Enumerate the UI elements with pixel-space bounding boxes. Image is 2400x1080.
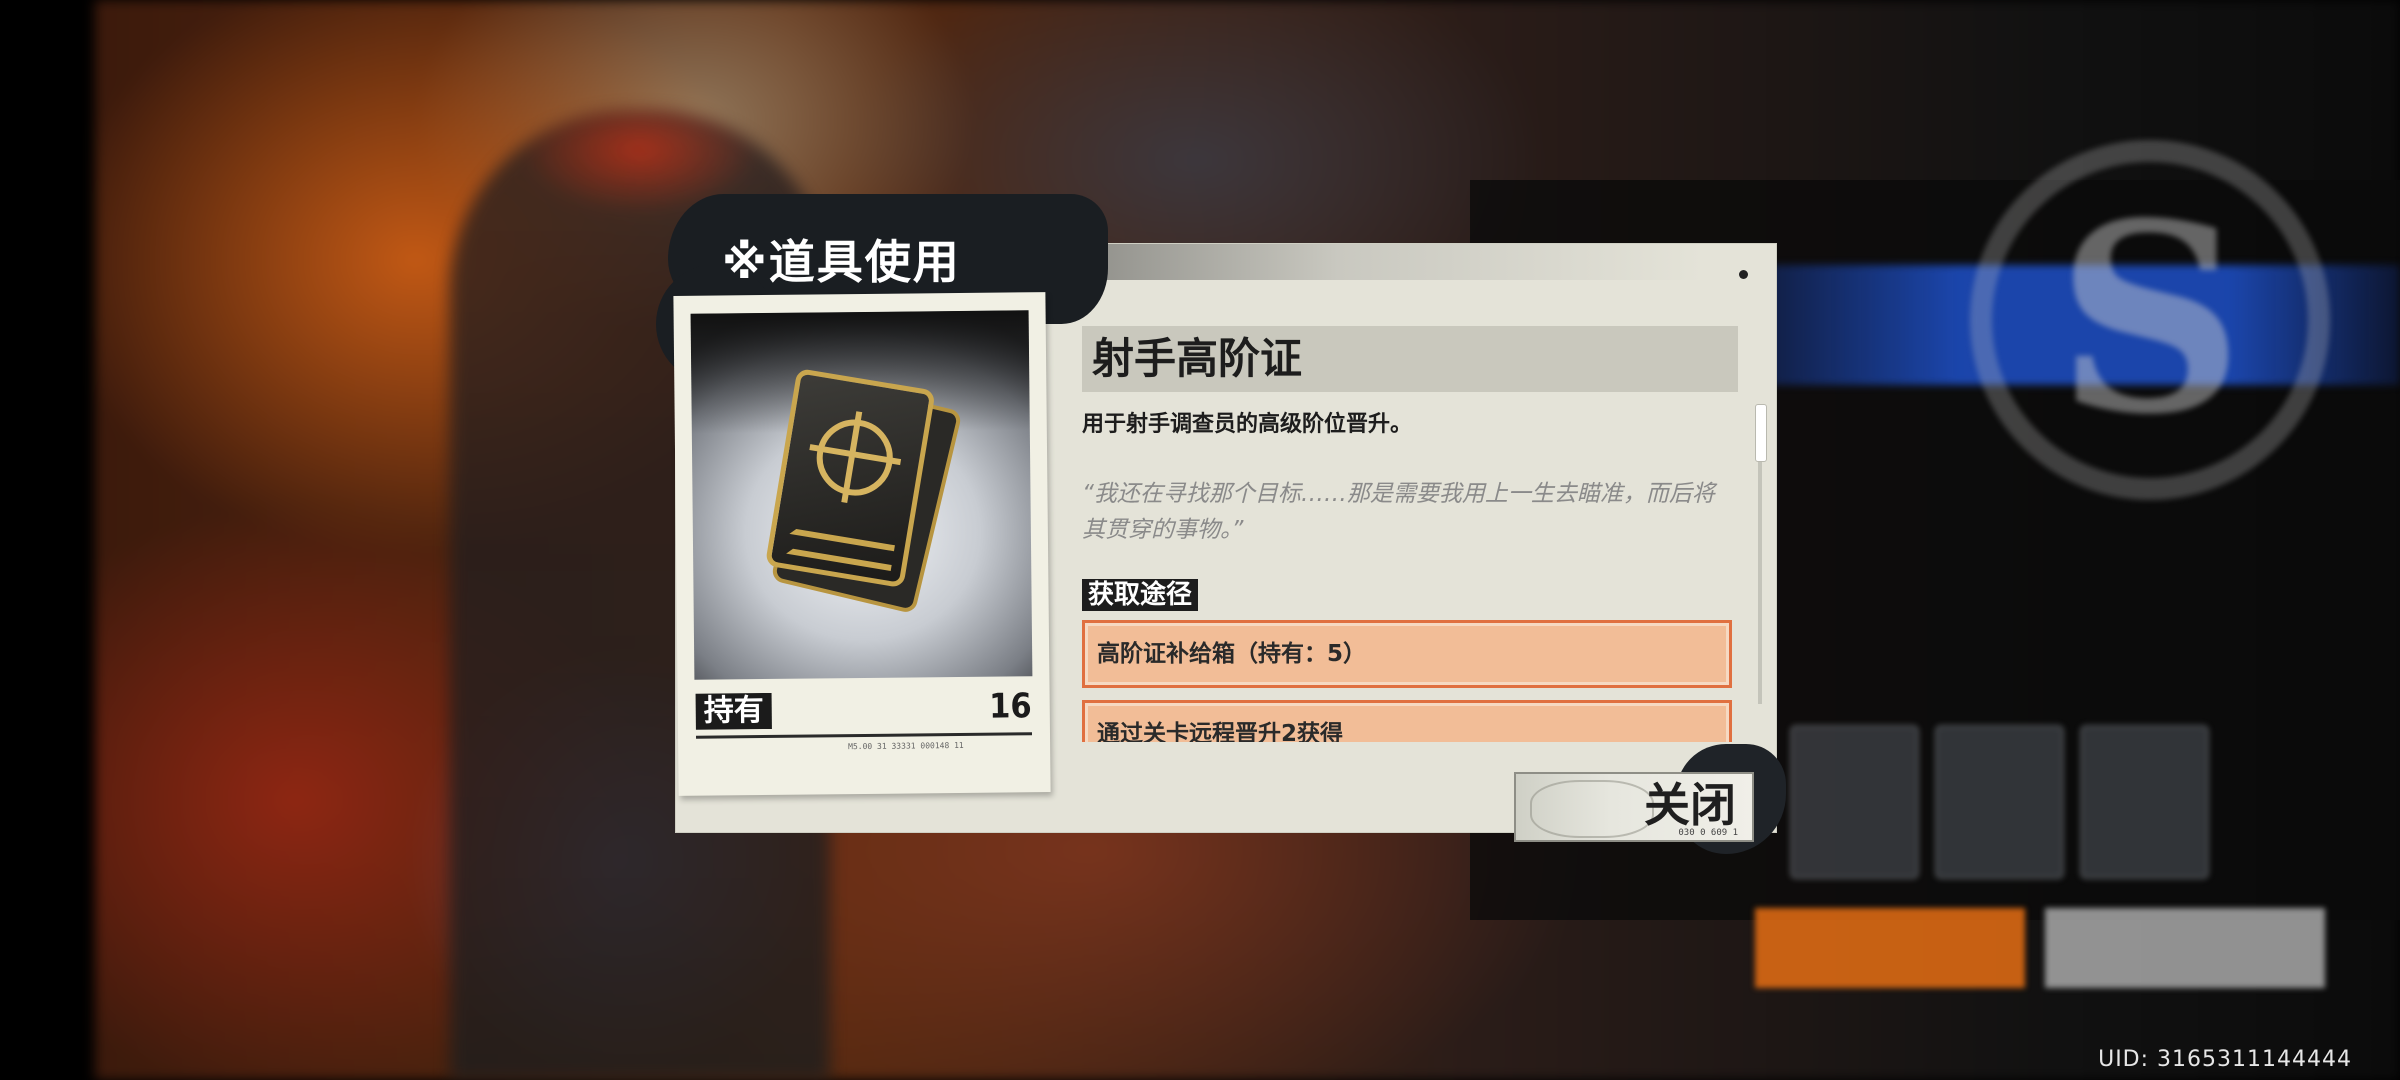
background-reward-slot — [1790, 725, 1919, 879]
background-exit-button — [2045, 908, 2325, 988]
background-retry-button — [1755, 908, 2025, 988]
close-button[interactable]: 关闭 030 0 609 1 — [1514, 772, 1754, 842]
background-reward-slot — [1935, 725, 2064, 879]
scrollbar-thumb[interactable] — [1755, 404, 1767, 462]
uid-text: UID: 3165311144444 — [2098, 1047, 2352, 1072]
card-serial: M5.00 31 33331 000148 11 — [848, 740, 964, 752]
close-button-decoration — [1530, 780, 1654, 838]
scrollbar[interactable] — [1755, 404, 1767, 704]
background-reward-slot — [2080, 725, 2209, 879]
source-item[interactable]: 高阶证补给箱（持有：5） — [1082, 620, 1732, 688]
source-item-label: 通过关卡远程晋升2获得 — [1097, 721, 1344, 742]
close-button-serial: 030 0 609 1 — [1678, 828, 1738, 838]
source-list: 高阶证补给箱（持有：5） 通过关卡远程晋升2获得 — [676, 244, 1776, 742]
source-item-label: 高阶证补给箱（持有：5） — [1097, 641, 1367, 667]
background-rank-emblem: S — [2056, 167, 2244, 472]
close-button-label: 关闭 — [1644, 778, 1736, 832]
item-use-dialog: ※道具使用 持有 16 M5.00 31 33331 000148 11 射手高… — [656, 194, 1786, 854]
source-item[interactable]: 通过关卡远程晋升2获得 — [1082, 700, 1732, 742]
